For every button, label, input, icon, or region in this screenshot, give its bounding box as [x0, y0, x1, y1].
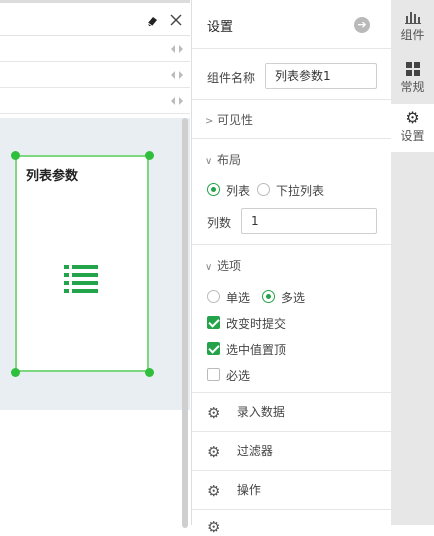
divider: [192, 470, 391, 471]
checkbox-selected-on-top[interactable]: [207, 342, 220, 355]
action-enter-data[interactable]: ⚙ 录入数据: [207, 403, 285, 422]
arrow-right-icon[interactable]: ➔: [354, 17, 370, 33]
tab-settings-label: 设置: [400, 129, 425, 143]
action-filter[interactable]: ⚙ 过滤器: [207, 442, 273, 461]
radio-single-select[interactable]: [207, 290, 220, 303]
action-operation[interactable]: ⚙ 操作: [207, 481, 261, 500]
left-right-arrows-icon[interactable]: [170, 43, 184, 55]
radio-list-label: 列表: [226, 184, 251, 198]
gear-icon: ⚙: [207, 403, 221, 422]
side-tab-strip: 组件 常规 ⚙ 设置: [391, 0, 434, 525]
checkbox-selected-on-top-label: 选中值置顶: [226, 343, 287, 357]
section-layout[interactable]: ∨ 布局: [205, 151, 241, 168]
vertical-scrollbar[interactable]: [182, 118, 188, 528]
resize-handle-bottom-right[interactable]: [145, 368, 154, 377]
resize-handle-top-right[interactable]: [145, 151, 154, 160]
section-layout-label: 布局: [217, 153, 242, 167]
section-options-label: 选项: [217, 259, 242, 273]
checkbox-submit-on-change[interactable]: [207, 316, 220, 329]
radio-list[interactable]: [207, 183, 220, 196]
component-name-label: 组件名称: [207, 71, 256, 85]
widget-title: 列表参数: [26, 169, 79, 184]
resize-handle-top-left[interactable]: [11, 151, 20, 160]
eraser-icon[interactable]: [146, 15, 158, 27]
tab-components[interactable]: 组件: [391, 4, 434, 52]
chevron-down-icon: ∨: [205, 262, 213, 273]
panel-title: 设置: [207, 20, 234, 35]
tab-general-label: 常规: [400, 80, 425, 94]
columns-label: 列数: [207, 216, 232, 230]
property-row[interactable]: [0, 63, 190, 88]
radio-multi-select[interactable]: [262, 290, 275, 303]
divider: [192, 392, 391, 393]
settings-panel: 设置 ➔ 组件名称 列表参数1 > 可见性 ∨ 布局 列表 下拉列表 列数 1 ∨ 选…: [191, 0, 391, 536]
tab-general[interactable]: 常规: [391, 54, 434, 102]
tab-components-label: 组件: [400, 28, 425, 42]
section-options[interactable]: ∨ 选项: [205, 257, 241, 274]
action-enter-data-label: 录入数据: [236, 405, 285, 419]
action-filter-label: 过滤器: [236, 444, 273, 458]
divider: [192, 48, 391, 49]
grid-icon: [405, 62, 420, 76]
section-visibility[interactable]: > 可见性: [205, 111, 253, 128]
radio-dropdown[interactable]: [257, 183, 270, 196]
list-icon: [62, 263, 102, 293]
divider: [192, 138, 391, 139]
bar-chart-icon: [404, 10, 421, 24]
divider: [192, 431, 391, 432]
divider: [192, 244, 391, 245]
gear-icon: ⚙: [207, 442, 221, 461]
checkbox-submit-on-change-label: 改变时提交: [226, 317, 287, 331]
radio-dropdown-label: 下拉列表: [276, 184, 325, 198]
radio-single-select-label: 单选: [226, 291, 251, 305]
left-right-arrows-icon[interactable]: [170, 69, 184, 81]
radio-multi-select-label: 多选: [281, 291, 306, 305]
action-partial[interactable]: ⚙: [207, 518, 223, 536]
gear-icon: ⚙: [207, 518, 221, 536]
property-row[interactable]: [0, 89, 190, 114]
columns-input[interactable]: 1: [241, 208, 377, 234]
chevron-down-icon: ∨: [205, 156, 213, 167]
property-row[interactable]: [0, 37, 190, 62]
gear-icon: ⚙: [405, 108, 420, 127]
editor-toolbar: [0, 0, 190, 36]
divider: [192, 99, 391, 100]
gear-icon: ⚙: [207, 481, 221, 500]
tab-settings[interactable]: ⚙ 设置: [391, 104, 434, 152]
chevron-right-icon: >: [205, 116, 214, 127]
action-operation-label: 操作: [236, 483, 261, 497]
component-name-input[interactable]: 列表参数1: [265, 63, 377, 89]
section-visibility-label: 可见性: [217, 113, 254, 127]
left-right-arrows-icon[interactable]: [170, 95, 184, 107]
checkbox-required-label: 必选: [226, 369, 251, 383]
list-parameter-widget[interactable]: 列表参数: [15, 155, 149, 372]
resize-handle-bottom-left[interactable]: [11, 368, 20, 377]
close-icon[interactable]: [170, 14, 182, 26]
checkbox-required[interactable]: [207, 368, 220, 381]
divider: [192, 509, 391, 510]
